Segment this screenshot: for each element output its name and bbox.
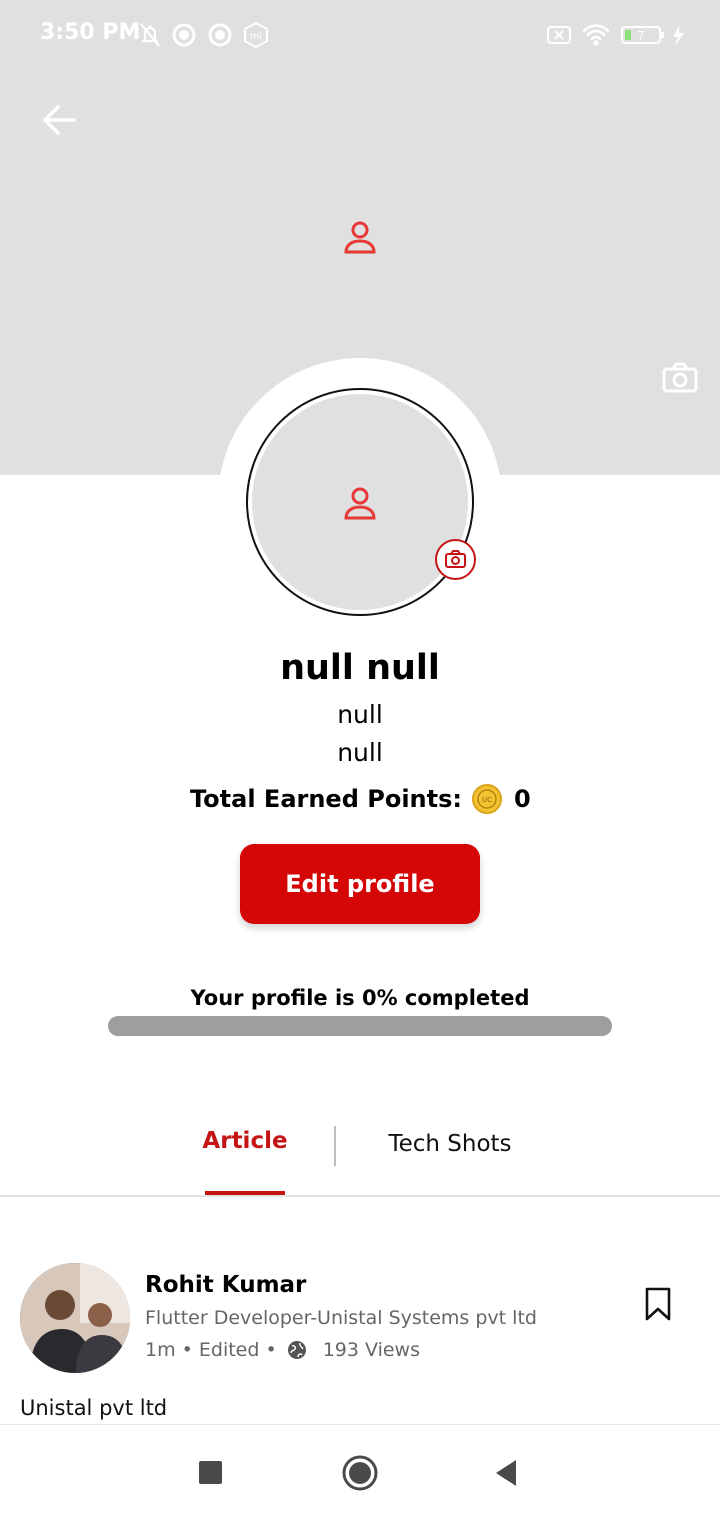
- arrow-left-icon: [43, 105, 76, 135]
- home-button[interactable]: [341, 1454, 379, 1492]
- tab-divider: [334, 1126, 336, 1166]
- edit-profile-button[interactable]: Edit profile: [240, 844, 480, 924]
- battery-icon: 7: [621, 26, 664, 44]
- svg-text:UC: UC: [482, 796, 492, 804]
- profile-name: null null: [280, 648, 440, 688]
- profile-completion-bar: [108, 1016, 612, 1036]
- wifi-icon: [582, 24, 610, 46]
- camera-icon: [662, 362, 698, 393]
- post-time: 1m • Edited •: [145, 1339, 277, 1361]
- post-author-avatar[interactable]: [20, 1263, 130, 1373]
- svg-text:mi: mi: [250, 32, 261, 42]
- recent-apps-button[interactable]: [199, 1461, 222, 1484]
- status-notification-icons: mi: [140, 21, 268, 49]
- bookmark-icon: [645, 1287, 671, 1321]
- avatar-camera-button[interactable]: [435, 539, 476, 580]
- profile-company: null: [337, 738, 383, 767]
- globe-icon: [287, 1341, 306, 1359]
- points-value: 0: [514, 785, 531, 813]
- app-notification-icon: [208, 23, 232, 47]
- user-icon: [344, 221, 376, 254]
- status-time: 3:50 PM: [40, 20, 141, 45]
- profile-designation: null: [337, 700, 383, 729]
- status-system-icons: 7: [547, 24, 684, 46]
- points-row: Total Earned Points: UC 0: [190, 782, 531, 816]
- bookmark-button[interactable]: [642, 1286, 674, 1322]
- charging-icon: [673, 26, 684, 46]
- camera-icon: [445, 550, 466, 568]
- post-author-name[interactable]: Rohit Kumar: [145, 1272, 306, 1298]
- coin-icon: UC: [472, 784, 502, 814]
- mi-icon: mi: [244, 21, 268, 49]
- tab-article[interactable]: Article: [190, 1128, 300, 1154]
- post-author-subtitle: Flutter Developer-Unistal Systems pvt lt…: [145, 1307, 537, 1329]
- profile-completion-label: Your profile is 0% completed: [190, 986, 530, 1010]
- status-bar: 3:50 PM mi 7: [0, 0, 720, 70]
- back-button[interactable]: [36, 96, 84, 144]
- no-sim-icon: [547, 26, 571, 44]
- muted-bell-icon: [140, 23, 160, 47]
- nav-back-button[interactable]: [494, 1458, 518, 1488]
- points-label: Total Earned Points:: [190, 785, 462, 813]
- battery-level: 7: [637, 29, 645, 43]
- app-notification-icon: [172, 23, 196, 47]
- post-views: 193 Views: [322, 1339, 420, 1361]
- tabs-underline: [0, 1195, 720, 1197]
- tab-tech-shots[interactable]: Tech Shots: [370, 1131, 530, 1157]
- author-photo: [20, 1263, 130, 1373]
- cover-camera-button[interactable]: [660, 358, 700, 398]
- post-text: Unistal pvt ltd: [20, 1396, 168, 1420]
- user-icon: [344, 487, 376, 520]
- post-meta: 1m • Edited • 193 Views: [145, 1337, 420, 1363]
